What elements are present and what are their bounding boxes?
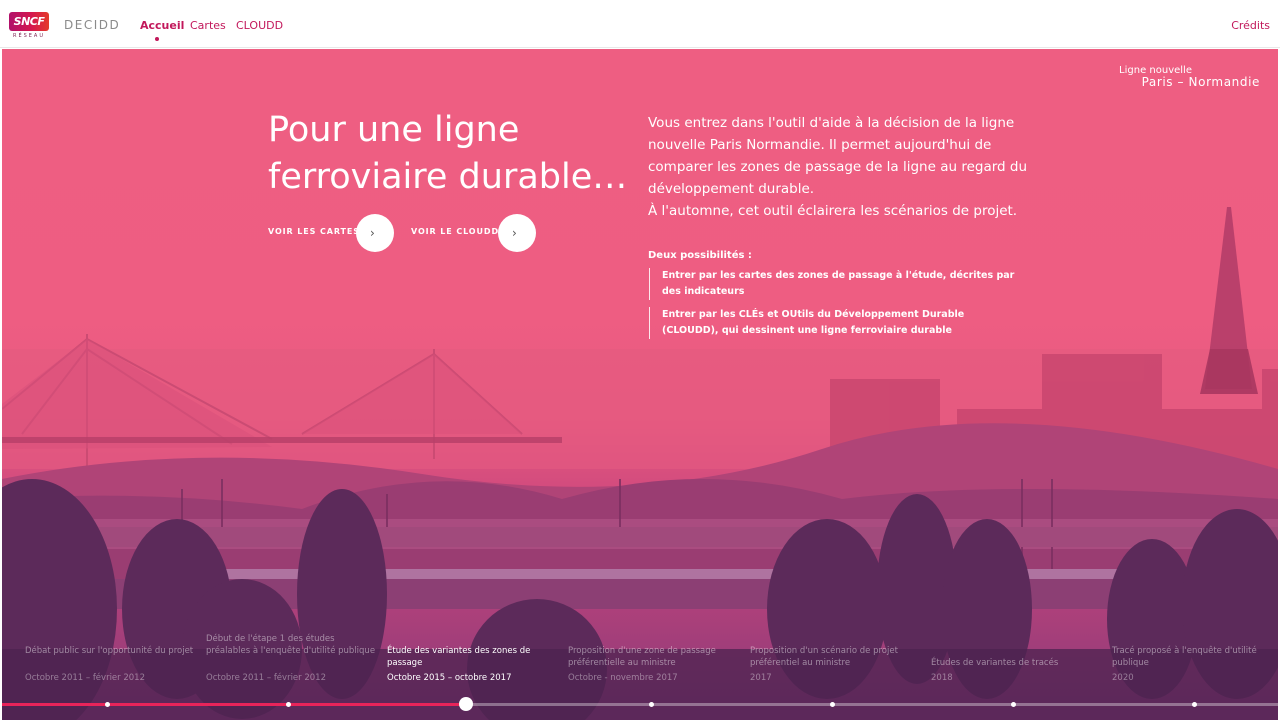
timeline-step-date-active: Octobre 2015 – octobre 2017	[387, 673, 512, 683]
timeline-dot[interactable]	[1192, 702, 1197, 707]
credits-link[interactable]: Crédits	[1231, 19, 1270, 32]
timeline-handle[interactable]	[459, 697, 473, 711]
timeline-step-date: Octobre 2011 – février 2012	[25, 673, 145, 683]
nav-cartes[interactable]: Cartes	[190, 19, 226, 32]
hero-headline: Pour une ligne ferroviaire durable…	[268, 110, 628, 197]
timeline-dot[interactable]	[286, 702, 291, 707]
timeline-dot[interactable]	[105, 702, 110, 707]
timeline-step-date: 2017	[750, 673, 772, 683]
chevron-right-icon: ›	[512, 226, 517, 240]
timeline-dot[interactable]	[830, 702, 835, 707]
timeline-step-date: Octobre - novembre 2017	[568, 673, 678, 683]
chevron-right-icon: ›	[370, 226, 375, 240]
timeline-step-date: Octobre 2011 – février 2012	[206, 673, 326, 683]
timeline-step-label-active[interactable]: Étude des variantes des zones de passage	[387, 645, 557, 669]
nav-accueil[interactable]: Accueil	[140, 19, 184, 32]
view-maps-button[interactable]: ›	[356, 214, 394, 252]
timeline-dot[interactable]	[649, 702, 654, 707]
landscape-illustration	[2, 207, 1278, 720]
possibilities-title: Deux possibilités :	[648, 250, 752, 261]
intro-text: Vous entrez dans l'outil d'aide à la déc…	[648, 112, 1028, 222]
timeline-step-label[interactable]: Proposition d'une zone de passage préfér…	[568, 645, 738, 669]
nav-active-indicator	[155, 37, 159, 41]
timeline-step-label[interactable]: Débat public sur l'opportunité du projet	[25, 645, 195, 657]
sncf-logo-subtext: RÉSEAU	[12, 33, 46, 39]
view-cloudd-link[interactable]: VOIR LE CLOUDD	[411, 227, 499, 236]
timeline-step-label[interactable]: Tracé proposé à l'enquête d'utilité publ…	[1112, 645, 1278, 669]
timeline-step-date: 2020	[1112, 673, 1134, 683]
nav-cloudd[interactable]: CLOUDD	[236, 19, 283, 32]
top-bar: SNCF RÉSEAU DECIDD Accueil Cartes CLOUDD…	[0, 0, 1280, 48]
view-cloudd-button[interactable]: ›	[498, 214, 536, 252]
timeline-step-label[interactable]: Proposition d'un scénario de projet préf…	[750, 645, 920, 669]
intro-paragraph: Vous entrez dans l'outil d'aide à la déc…	[648, 115, 1028, 197]
sncf-logo-badge: SNCF	[9, 12, 49, 31]
timeline-dot[interactable]	[1011, 702, 1016, 707]
timeline-step-label[interactable]: Études de variantes de tracés	[931, 657, 1101, 669]
timeline-progress	[2, 703, 468, 706]
timeline-step-date: 2018	[931, 673, 953, 683]
brand-title-line2: Paris – Normandie	[1141, 75, 1260, 89]
intro-paragraph-autumn: À l'automne, cet outil éclairera les scé…	[648, 203, 1018, 219]
timeline-step-label[interactable]: Début de l'étape 1 des études préalables…	[206, 633, 376, 657]
view-maps-link[interactable]: VOIR LES CARTES	[268, 227, 360, 236]
possibility-maps[interactable]: Entrer par les cartes des zones de passa…	[649, 268, 1019, 300]
possibility-cloudd[interactable]: Entrer par les CLÉs et OUtils du Dévelop…	[649, 307, 1019, 339]
app-name: DECIDD	[64, 18, 121, 32]
hero-section: Ligne nouvelle Paris – Normandie Pour un…	[2, 49, 1278, 720]
sncf-reseau-logo[interactable]: SNCF RÉSEAU	[9, 12, 49, 40]
